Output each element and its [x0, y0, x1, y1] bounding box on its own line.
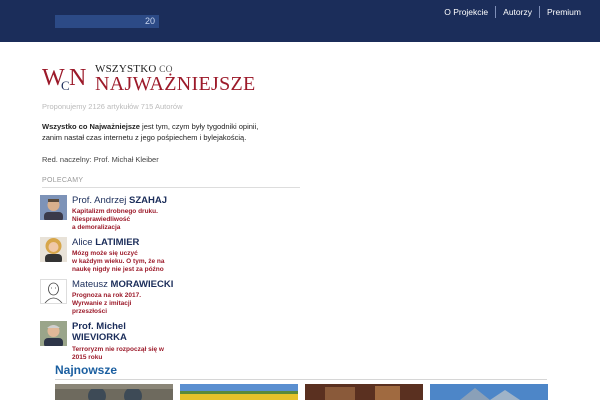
- author-name-last: LATIMIER: [95, 237, 140, 248]
- site-intro: Wszystko co Najważniejsze jest tym, czym…: [42, 121, 282, 143]
- article-title-line: w każdym wieku. O tym, że na: [72, 258, 165, 265]
- author-avatar[interactable]: [40, 237, 67, 262]
- author-avatar[interactable]: [40, 195, 67, 220]
- avatar-portrait-icon: [40, 237, 67, 262]
- nav-premium[interactable]: Premium: [538, 6, 588, 18]
- intro-bold: Wszystko co Najważniejsze: [42, 122, 140, 131]
- intro-line1: jest tym, czym były tygodniki opinii,: [139, 122, 259, 131]
- article-title-line: Niesprawiedliwość: [72, 216, 131, 223]
- article-title[interactable]: Kapitalizm drobnego druku. Niesprawiedli…: [72, 208, 158, 232]
- search-box[interactable]: 20: [55, 15, 159, 28]
- author-avatar[interactable]: [40, 321, 67, 346]
- article-title-line: Terroryzm nie rozpoczął się w: [72, 346, 164, 353]
- author-name[interactable]: Prof. Michel WIEVIORKA: [72, 321, 127, 343]
- editor-in-chief: Red. naczelny: Prof. Michał Kleiber: [42, 155, 159, 164]
- latest-thumbnail-image-icon: [305, 384, 423, 400]
- author-avatar[interactable]: [40, 279, 67, 304]
- recommended-divider: [42, 187, 300, 188]
- search-count: 20: [144, 16, 155, 26]
- avatar-portrait-icon: [40, 321, 67, 346]
- article-title-line: Kapitalizm drobnego druku.: [72, 208, 158, 215]
- logo-letter-n: N: [69, 65, 86, 91]
- author-name-first: Mateusz: [72, 279, 111, 290]
- author-name-first: Prof. Andrzej: [72, 195, 130, 206]
- latest-thumbnail-image-icon: [430, 384, 548, 400]
- article-title-line: Mózg może się uczyć: [72, 250, 138, 257]
- author-name-first: Alice: [72, 237, 96, 248]
- latest-thumbnail-image-icon: [55, 384, 173, 400]
- article-title-line: Wyrwanie z imitacji: [72, 300, 132, 307]
- author-name-last: SZAHAJ: [129, 195, 168, 206]
- article-title-line: przeszłości: [72, 308, 108, 315]
- article-title[interactable]: Terroryzm nie rozpoczął się w 2015 roku: [72, 346, 164, 362]
- author-name[interactable]: Prof. Andrzej SZAHAJ: [72, 195, 167, 206]
- latest-divider: [55, 379, 547, 380]
- avatar-portrait-icon: [40, 195, 67, 220]
- intro-line2: zanim nastał czas internetu z jego pośpi…: [42, 133, 247, 142]
- author-name-last: MORAWIECKI: [110, 279, 174, 290]
- recommended-label: POLECAMY: [42, 177, 84, 184]
- article-title-line: naukę nigdy nie jest za późno: [72, 266, 164, 273]
- nav-autorzy[interactable]: Autorzy: [495, 6, 539, 18]
- article-title-line: a demoralizacja: [72, 224, 121, 231]
- site-logo[interactable]: W C N WSZYSTKO CO NAJWAŻNIEJSZE: [42, 62, 255, 95]
- latest-thumbnail[interactable]: [305, 384, 423, 400]
- latest-thumbnail[interactable]: [430, 384, 548, 400]
- logo-line2: NAJWAŻNIEJSZE: [95, 73, 256, 95]
- top-bar: 20 O Projekcie Autorzy Premium: [0, 0, 600, 42]
- author-name[interactable]: Alice LATIMIER: [72, 237, 139, 248]
- latest-heading: Najnowsze: [55, 363, 118, 377]
- avatar-sketch-icon: [41, 280, 66, 303]
- article-title-line: Prognoza na rok 2017.: [72, 292, 141, 299]
- nav-o-projekcie[interactable]: O Projekcie: [437, 6, 495, 18]
- author-name[interactable]: Mateusz MORAWIECKI: [72, 279, 173, 290]
- article-title[interactable]: Mózg może się uczyć w każdym wieku. O ty…: [72, 250, 164, 274]
- article-title-line: 2015 roku: [72, 354, 103, 361]
- site-stats: Proponujemy 2126 artykułów 715 Autorów: [42, 102, 183, 111]
- logo-mark-icon: W C N: [42, 65, 86, 92]
- latest-thumbnail-image-icon: [180, 384, 298, 400]
- latest-thumbnail[interactable]: [55, 384, 173, 400]
- author-name-first: Prof. Michel: [72, 321, 126, 332]
- article-title[interactable]: Prognoza na rok 2017. Wyrwanie z imitacj…: [72, 292, 141, 316]
- author-name-last: WIEVIORKA: [72, 332, 127, 343]
- latest-thumbnail[interactable]: [180, 384, 298, 400]
- top-nav: O Projekcie Autorzy Premium: [437, 6, 588, 18]
